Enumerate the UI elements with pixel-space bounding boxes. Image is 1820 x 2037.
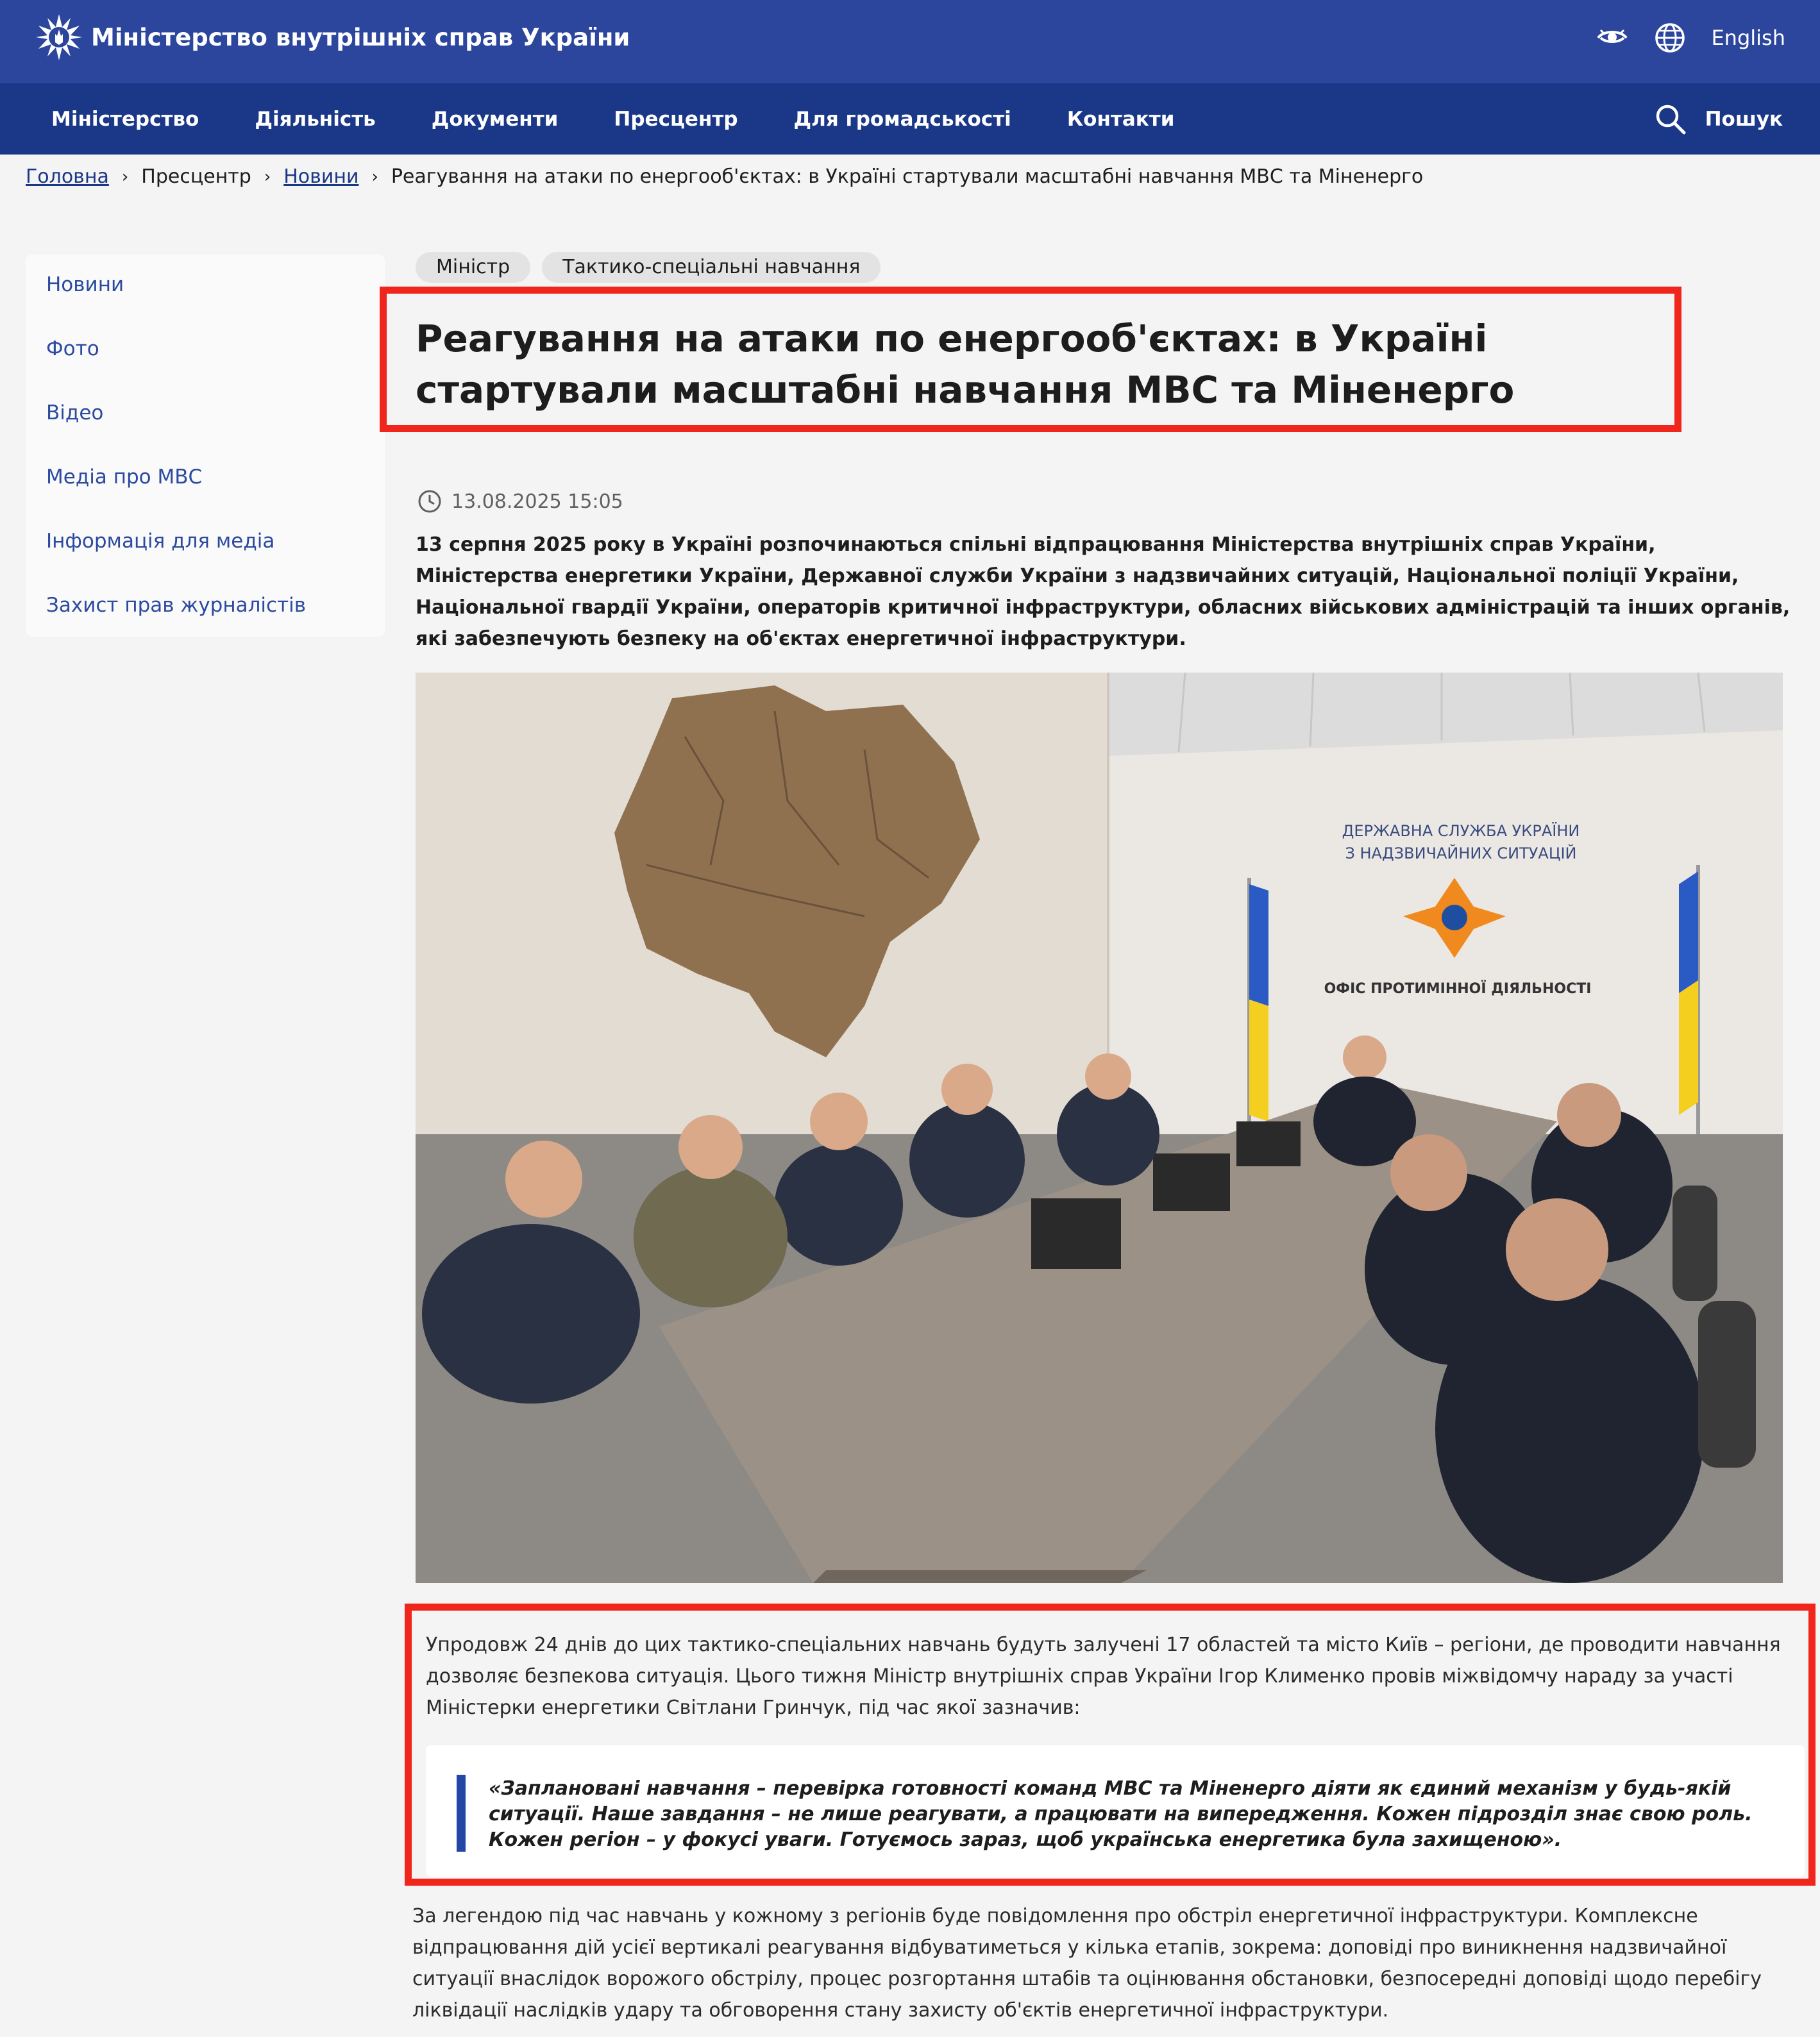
tag-training[interactable]: Тактико-спеціальні навчання: [542, 252, 881, 283]
nav-item-contacts[interactable]: Контакти: [1067, 108, 1175, 131]
article-photo: ДЕРЖАВНА СЛУЖБА УКРАЇНИ З НАДЗВИЧАЙНИХ С…: [416, 673, 1783, 1583]
top-right-controls: English: [1596, 18, 1785, 58]
article-datetime: 13.08.2025 15:05: [417, 489, 623, 514]
breadcrumb-news[interactable]: Новини: [283, 165, 358, 188]
nav-item-ministry[interactable]: Міністерство: [51, 108, 199, 131]
quote-block: «Заплановані навчання – перевірка готовн…: [426, 1745, 1805, 1877]
breadcrumb-home[interactable]: Головна: [26, 165, 109, 188]
article-lead: 13 серпня 2025 року в Україні розпочинаю…: [416, 533, 1791, 650]
sidebar-item-media-about[interactable]: Медіа про МВС: [26, 466, 385, 530]
date-text: 13.08.2025 15:05: [451, 490, 623, 513]
nav-item-public[interactable]: Для громадськості: [794, 108, 1011, 131]
search-button[interactable]: Пошук: [1654, 83, 1783, 155]
sidebar-item-photo[interactable]: Фото: [26, 338, 385, 402]
sidebar-item-journalist-rights[interactable]: Захист прав журналістів: [26, 594, 385, 658]
top-header: Міністерство внутрішніх справ України En…: [0, 0, 1820, 83]
search-icon: [1656, 105, 1686, 134]
tag-minister[interactable]: Міністр: [416, 252, 531, 283]
page-title: Реагування на атаки по енергооб'єктах: в…: [416, 317, 1515, 412]
breadcrumb-section: Пресцентр: [141, 165, 251, 188]
meeting-photo: ДЕРЖАВНА СЛУЖБА УКРАЇНИ З НАДЗВИЧАЙНИХ С…: [416, 673, 1783, 1583]
search-label: Пошук: [1705, 107, 1783, 131]
sign-line2: З НАДЗВИЧАЙНИХ СИТУАЦІЙ: [1345, 844, 1576, 862]
clock-icon: [418, 490, 441, 513]
nav-list: Міністерство Діяльність Документи Пресце…: [51, 83, 1174, 155]
chevron-right-icon: ›: [371, 167, 378, 187]
site-name: Міністерство внутрішніх справ України: [91, 23, 630, 51]
main-nav: Міністерство Діяльність Документи Пресце…: [0, 83, 1820, 155]
sidebar-item-video[interactable]: Відео: [26, 402, 385, 466]
nav-item-activity[interactable]: Діяльність: [255, 108, 375, 131]
article-paragraph-1: Упродовж 24 днів до цих тактико-спеціаль…: [426, 1634, 1781, 1719]
globe-icon[interactable]: [1653, 21, 1687, 54]
breadcrumb: Головна › Пресцентр › Новини › Реагуванн…: [26, 165, 1423, 188]
breadcrumb-current: Реагування на атаки по енергооб'єктах: в…: [391, 165, 1424, 188]
nav-item-documents[interactable]: Документи: [432, 108, 559, 131]
sidebar-item-news[interactable]: Новини: [26, 274, 385, 338]
quote-text: «Заплановані навчання – перевірка готовн…: [489, 1777, 1753, 1851]
chevron-right-icon: ›: [121, 167, 129, 187]
chevron-right-icon: ›: [264, 167, 271, 187]
quote-accent-bar: [457, 1775, 466, 1852]
sign-line1: ДЕРЖАВНА СЛУЖБА УКРАЇНИ: [1342, 821, 1580, 840]
language-switch[interactable]: English: [1711, 26, 1785, 50]
emblem-logo-icon: [36, 14, 82, 60]
article-tags: Міністр Тактико-спеціальні навчання: [416, 252, 881, 283]
sidebar: Новини Фото Відео Медіа про МВС Інформац…: [26, 255, 385, 637]
site-brand[interactable]: Міністерство внутрішніх справ України: [35, 13, 630, 62]
accessibility-eye-icon[interactable]: [1596, 21, 1629, 54]
sidebar-item-media-info[interactable]: Інформація для медіа: [26, 530, 385, 594]
sign-office: ОФІС ПРОТИМІННОЇ ДІЯЛЬНОСТІ: [1324, 980, 1592, 997]
nav-item-press-center[interactable]: Пресцентр: [614, 108, 737, 131]
article-paragraph-2: За легендою під час навчань у кожному з …: [412, 1905, 1762, 2022]
